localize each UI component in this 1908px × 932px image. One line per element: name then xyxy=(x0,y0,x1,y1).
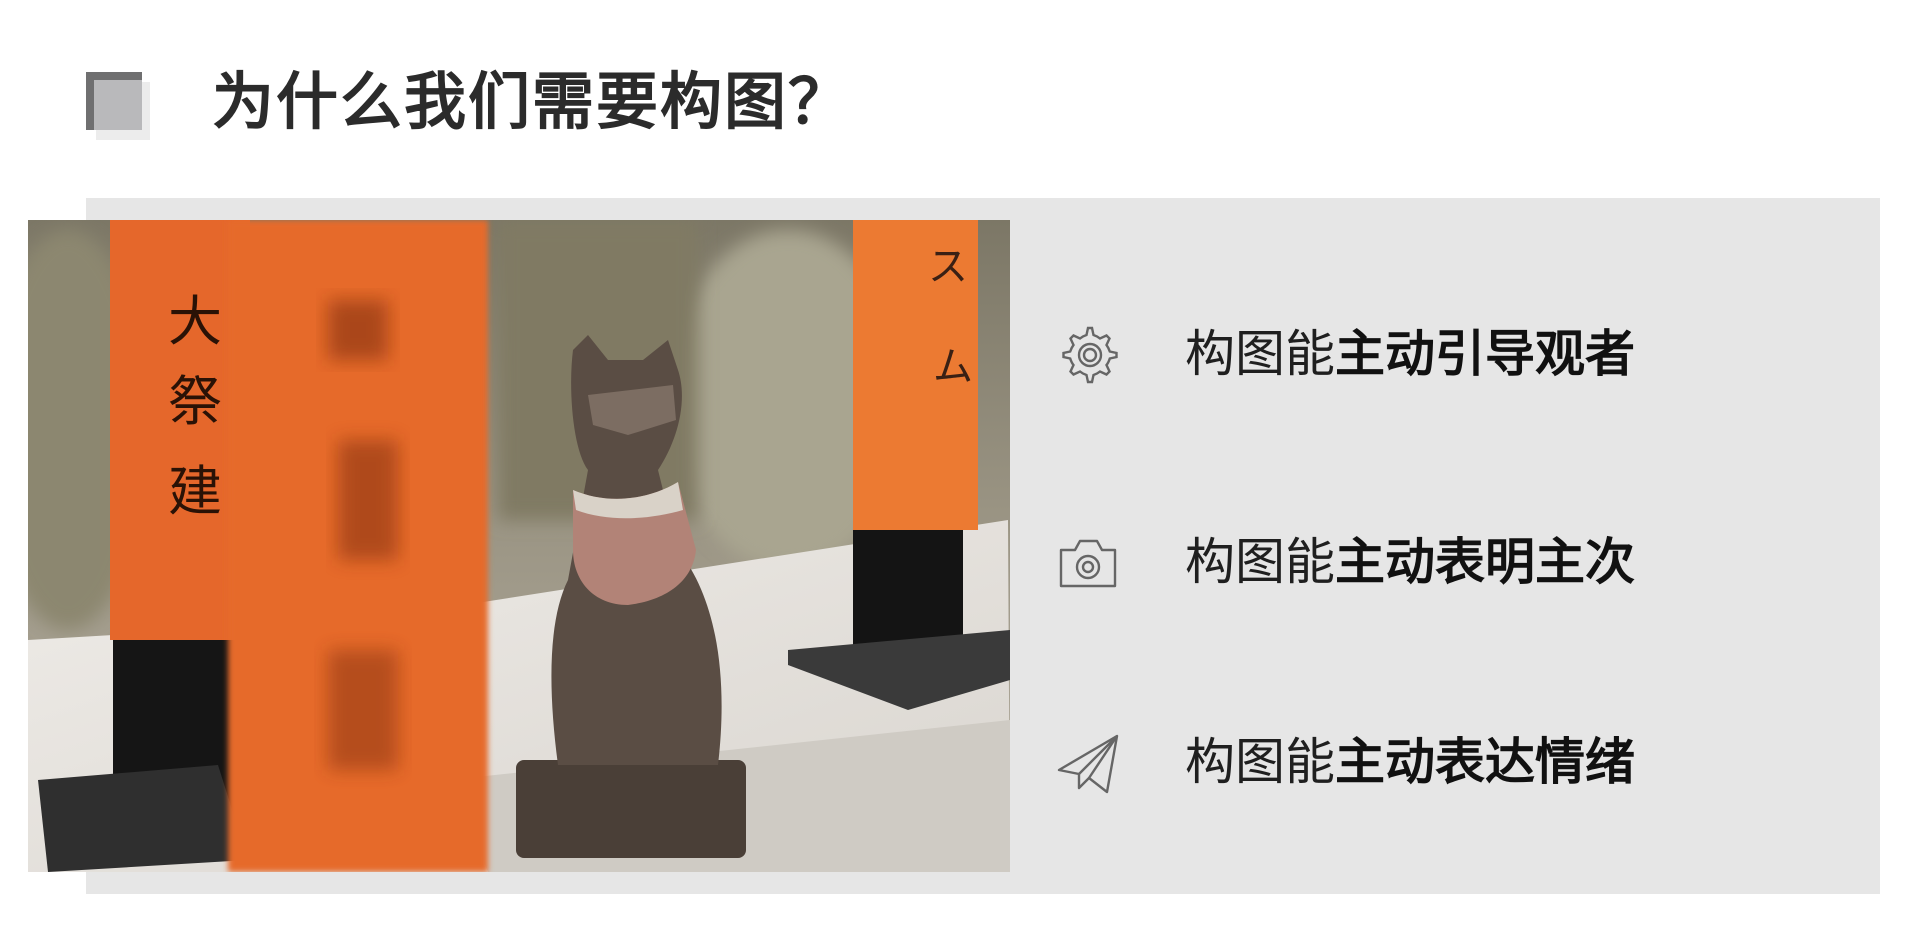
feature-text: 构图能主动表达情绪 xyxy=(1185,722,1635,802)
svg-text:ム: ム xyxy=(933,344,973,390)
feature-prefix: 构图能 xyxy=(1185,533,1335,591)
feature-emphasis: 主动表明主次 xyxy=(1335,533,1635,591)
camera-icon xyxy=(1055,530,1121,596)
feature-item-subject: 构图能主动表明主次 xyxy=(1055,522,1815,602)
svg-text:大: 大 xyxy=(168,290,222,353)
feature-prefix: 构图能 xyxy=(1185,733,1335,791)
svg-text:祭: 祭 xyxy=(168,370,222,433)
feature-item-emotion: 构图能主动表达情绪 xyxy=(1055,722,1815,802)
svg-text:建: 建 xyxy=(168,460,222,523)
feature-prefix: 构图能 xyxy=(1185,325,1335,383)
paper-plane-icon xyxy=(1055,730,1121,796)
feature-text: 构图能主动引导观者 xyxy=(1185,314,1635,394)
feature-emphasis: 主动引导观者 xyxy=(1335,325,1635,383)
fox-statue-photo: ス ム 大 祭 建 xyxy=(28,220,1010,872)
feature-text: 构图能主动表明主次 xyxy=(1185,522,1635,602)
title-square-front xyxy=(86,72,142,130)
feature-item-guide: 构图能主动引导观者 xyxy=(1055,314,1815,394)
photo-illustration: ス ム 大 祭 建 xyxy=(28,220,1010,872)
page-title: 为什么我们需要构图？ xyxy=(212,65,853,138)
slide: 为什么我们需要构图？ ス ム 大 祭 建 构图能主动引导观者 构图能主动表明主次… xyxy=(0,0,1908,932)
feature-emphasis: 主动表达情绪 xyxy=(1335,733,1635,791)
pillar-inscription: ス xyxy=(928,244,968,290)
gear-icon xyxy=(1055,322,1121,388)
title-square-icon xyxy=(86,72,152,142)
